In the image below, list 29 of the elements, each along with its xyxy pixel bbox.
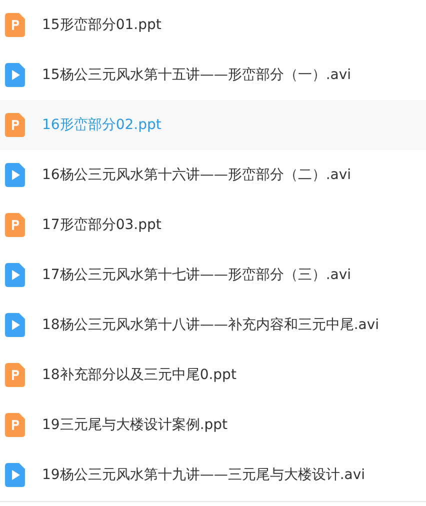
file-name: 15形峦部分01.ppt <box>42 16 162 34</box>
presentation-file-icon <box>5 413 25 437</box>
file-name: 18补充部分以及三元中尾0.ppt <box>42 366 236 384</box>
video-file-icon <box>5 63 25 87</box>
file-name: 16杨公三元风水第十六讲——形峦部分（二）.avi <box>42 166 352 184</box>
file-row[interactable]: 17形峦部分03.ppt <box>0 200 426 250</box>
presentation-file-icon <box>5 213 25 237</box>
video-file-icon <box>5 163 25 187</box>
file-row[interactable]: 17杨公三元风水第十七讲——形峦部分（三）.avi <box>0 250 426 300</box>
file-name: 17杨公三元风水第十七讲——形峦部分（三）.avi <box>42 266 352 284</box>
file-name: 16形峦部分02.ppt <box>42 116 162 134</box>
video-file-icon <box>5 263 25 287</box>
file-row[interactable]: 15形峦部分01.ppt <box>0 0 426 50</box>
file-row[interactable]: 19三元尾与大楼设计案例.ppt <box>0 400 426 450</box>
file-row[interactable]: 18杨公三元风水第十八讲——补充内容和三元中尾.avi <box>0 300 426 350</box>
file-name: 19三元尾与大楼设计案例.ppt <box>42 416 228 434</box>
file-name: 19杨公三元风水第十九讲——三元尾与大楼设计.avi <box>42 466 366 484</box>
video-file-icon <box>5 313 25 337</box>
file-row[interactable]: 16杨公三元风水第十六讲——形峦部分（二）.avi <box>0 150 426 200</box>
presentation-file-icon <box>5 113 25 137</box>
file-name: 17形峦部分03.ppt <box>42 216 162 234</box>
file-row[interactable]: 15杨公三元风水第十五讲——形峦部分（一）.avi <box>0 50 426 100</box>
video-file-icon <box>5 463 25 487</box>
file-row[interactable]: 18补充部分以及三元中尾0.ppt <box>0 350 426 400</box>
file-name: 18杨公三元风水第十八讲——补充内容和三元中尾.avi <box>42 316 380 334</box>
file-name: 15杨公三元风水第十五讲——形峦部分（一）.avi <box>42 66 352 84</box>
presentation-file-icon <box>5 363 25 387</box>
file-row[interactable]: 19杨公三元风水第十九讲——三元尾与大楼设计.avi <box>0 450 426 500</box>
presentation-file-icon <box>5 13 25 37</box>
